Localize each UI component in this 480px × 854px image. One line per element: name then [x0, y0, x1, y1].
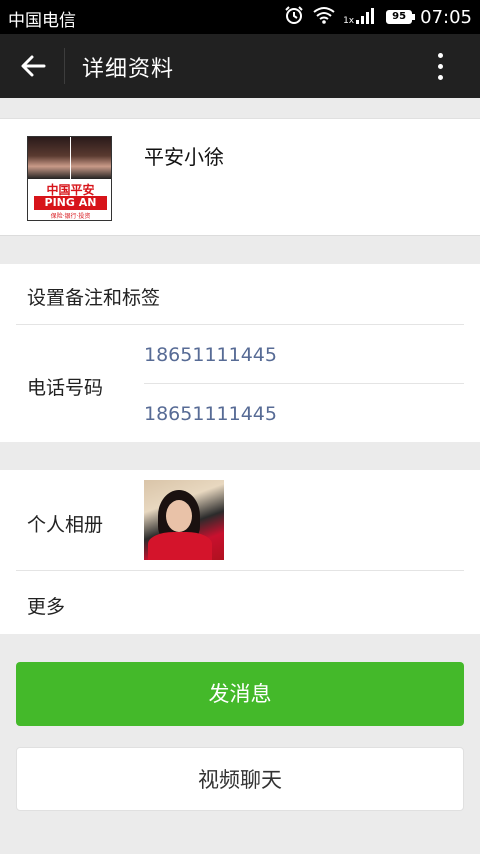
- more-row[interactable]: 更多: [27, 592, 65, 619]
- clock: 07:05: [420, 6, 472, 28]
- app-bar-divider: [64, 48, 65, 84]
- avatar-logo-tag: 保险·银行·投资: [50, 213, 91, 220]
- avatar-logo-en: PING AN: [34, 196, 107, 210]
- video-chat-button[interactable]: 视频聊天: [16, 747, 464, 811]
- phone-divider: [144, 383, 464, 384]
- status-bar: 中国电信 1x 95 07:05: [0, 0, 480, 34]
- wifi-icon: [313, 6, 335, 29]
- app-bar: 详细资料: [0, 34, 480, 98]
- phone-number-1[interactable]: 18651111445: [144, 344, 277, 366]
- avatar[interactable]: 中国平安 PING AN 保险·银行·投资: [27, 136, 112, 221]
- row-divider: [16, 324, 464, 325]
- status-icons: 1x 95 07:05: [283, 5, 472, 29]
- back-arrow-icon: [21, 55, 46, 77]
- signal-icon: [356, 6, 378, 29]
- alarm-icon: [283, 4, 305, 31]
- page-title: 详细资料: [82, 57, 175, 82]
- phone-number-2[interactable]: 18651111445: [144, 403, 277, 425]
- battery-icon: 95: [386, 10, 416, 24]
- back-button[interactable]: [14, 48, 52, 84]
- nickname: 平安小徐: [144, 145, 224, 169]
- more-options-button[interactable]: [420, 48, 460, 84]
- remark-tags-row[interactable]: 设置备注和标签: [27, 283, 160, 310]
- album-label: 个人相册: [27, 514, 104, 536]
- network-type: 1x: [343, 16, 355, 26]
- send-message-button[interactable]: 发消息: [16, 662, 464, 726]
- avatar-photos: [28, 137, 111, 179]
- profile-card: 中国平安 PING AN 保险·银行·投资 平安小徐: [0, 118, 480, 236]
- row-divider: [16, 570, 464, 571]
- contact-info-card: 设置备注和标签 电话号码 18651111445 18651111445: [0, 264, 480, 442]
- carrier-name: 中国电信: [8, 11, 76, 31]
- album-photo[interactable]: [144, 480, 224, 560]
- album-card: 个人相册 更多: [0, 470, 480, 634]
- more-vertical-icon: [437, 52, 443, 58]
- phone-label: 电话号码: [27, 377, 104, 399]
